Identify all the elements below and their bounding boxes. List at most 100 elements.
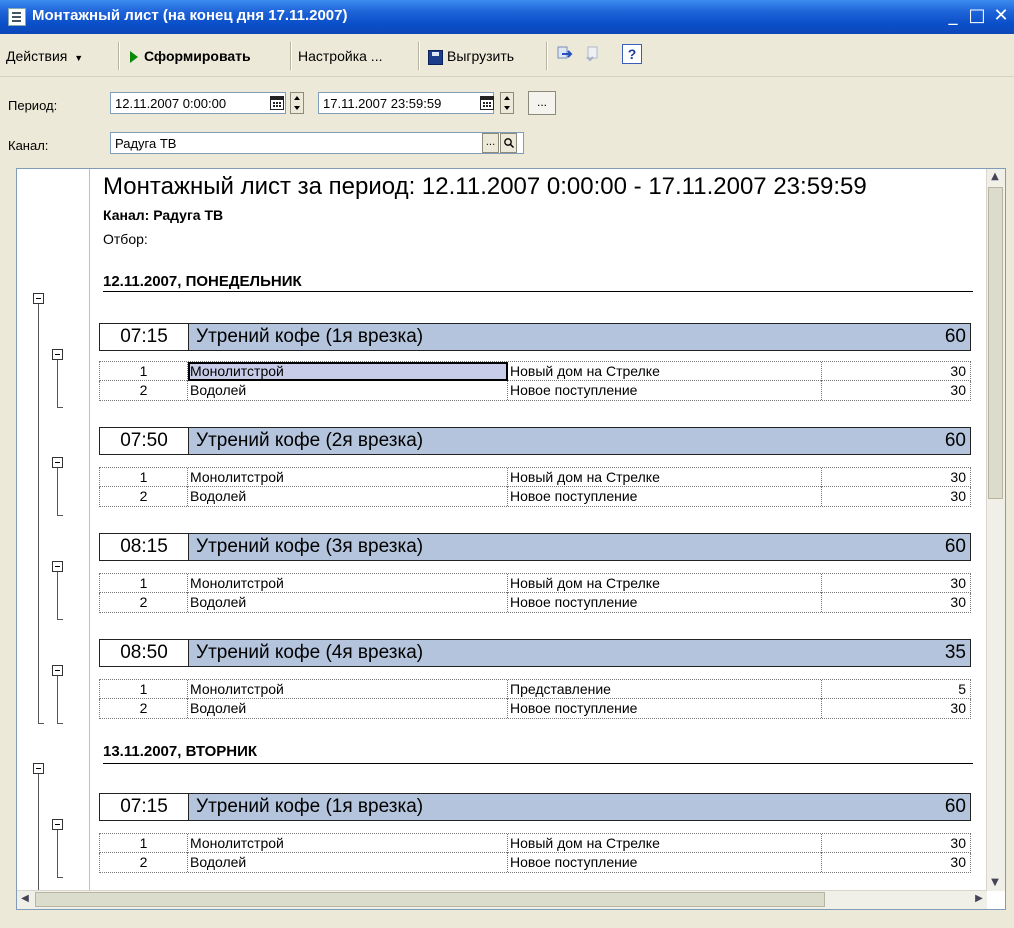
client-cell[interactable]: Монолитстрой: [188, 680, 508, 699]
block-time: 08:50: [100, 640, 189, 666]
collapse-group-icon[interactable]: [52, 561, 63, 572]
scroll-down-icon[interactable]: ▼: [987, 875, 1003, 891]
table-row[interactable]: 2 Водолей Новое поступление 30: [99, 853, 971, 873]
channel-select-button[interactable]: ...: [482, 133, 499, 153]
spot-cell[interactable]: Новое поступление: [508, 699, 822, 718]
settings-button[interactable]: Настройка ...: [298, 45, 382, 67]
table-row[interactable]: 2 Водолей Новое поступление 30: [99, 487, 971, 507]
expand-rows-icon[interactable]: [556, 45, 574, 63]
table-row[interactable]: 1 Монолитстрой Новый дом на Стрелке 30: [99, 833, 971, 853]
scroll-right-icon[interactable]: ▶: [971, 891, 987, 907]
collapse-group-icon[interactable]: [52, 665, 63, 676]
duration-cell[interactable]: 30: [950, 487, 966, 506]
block-header[interactable]: 08:15 Утрений кофе (3я врезка) 60: [99, 533, 971, 561]
actions-label: Действия: [6, 48, 68, 64]
horizontal-scroll-thumb[interactable]: [35, 892, 825, 907]
maximize-button[interactable]: □: [966, 5, 988, 27]
toolbar-separator: [418, 42, 420, 70]
toolbar-separator: [546, 42, 548, 70]
collapse-group-icon[interactable]: [52, 349, 63, 360]
help-button[interactable]: ?: [622, 44, 642, 64]
duration-cell[interactable]: 30: [950, 853, 966, 872]
duration-cell[interactable]: 30: [950, 574, 966, 593]
channel-label: Канал:: [8, 138, 49, 153]
block-duration: 35: [944, 642, 966, 663]
scroll-up-icon[interactable]: ▲: [987, 169, 1003, 185]
calendar-icon[interactable]: [270, 96, 284, 110]
duration-cell[interactable]: 30: [950, 593, 966, 612]
period-from-spinner[interactable]: [290, 92, 304, 114]
day-header: 12.11.2007, ПОНЕДЕЛЬНИК: [103, 273, 302, 290]
minimize-button[interactable]: _: [942, 5, 964, 27]
day-divider: [103, 763, 973, 764]
client-cell[interactable]: Монолитстрой: [188, 468, 508, 487]
vertical-scroll-thumb[interactable]: [988, 187, 1003, 499]
table-row[interactable]: 2 Водолей Новое поступление 30: [99, 699, 971, 719]
spot-cell[interactable]: Новый дом на Стрелке: [508, 362, 822, 381]
client-cell[interactable]: Водолей: [188, 699, 508, 718]
table-row[interactable]: 2 Водолей Новое поступление 30: [99, 381, 971, 401]
row-number: 1: [100, 680, 188, 699]
client-cell[interactable]: Монолитстрой: [188, 362, 508, 381]
period-select-button[interactable]: ...: [528, 91, 556, 115]
chevron-down-icon: ▼: [74, 53, 84, 63]
duration-cell[interactable]: 30: [950, 468, 966, 487]
row-number: 2: [100, 593, 188, 612]
table-row[interactable]: 1 Монолитстрой Новый дом на Стрелке 30: [99, 467, 971, 487]
client-cell[interactable]: Водолей: [188, 853, 508, 872]
calendar-icon[interactable]: [480, 96, 494, 110]
report-channel: Канал: Радуга ТВ: [103, 207, 224, 223]
block-header[interactable]: 07:15 Утрений кофе (1я врезка) 60: [99, 793, 971, 821]
block-header[interactable]: 07:15 Утрений кофе (1я врезка) 60: [99, 323, 971, 351]
search-icon[interactable]: [500, 133, 517, 153]
spot-cell[interactable]: Представление: [508, 680, 822, 699]
collapse-group-icon[interactable]: [33, 763, 44, 774]
spot-cell[interactable]: Новое поступление: [508, 487, 822, 506]
collapse-group-icon[interactable]: [52, 457, 63, 468]
vertical-scrollbar[interactable]: ▲ ▼: [986, 169, 1005, 891]
period-to-input[interactable]: 17.11.2007 23:59:59: [318, 92, 494, 114]
block-time: 07:15: [100, 794, 189, 820]
actions-menu[interactable]: Действия ▼: [6, 45, 83, 67]
collapse-group-icon[interactable]: [52, 819, 63, 830]
block-time: 07:50: [100, 428, 189, 454]
horizontal-scrollbar[interactable]: ◀ ▶: [17, 890, 987, 909]
duration-cell[interactable]: 5: [958, 680, 966, 699]
duration-cell[interactable]: 30: [950, 362, 966, 381]
spot-cell[interactable]: Новое поступление: [508, 593, 822, 612]
duration-cell[interactable]: 30: [950, 699, 966, 718]
block-duration: 60: [944, 430, 966, 451]
duration-cell[interactable]: 30: [950, 834, 966, 853]
close-button[interactable]: ✕: [990, 5, 1012, 27]
row-number: 2: [100, 699, 188, 718]
spot-cell[interactable]: Новый дом на Стрелке: [508, 834, 822, 853]
client-cell[interactable]: Водолей: [188, 593, 508, 612]
client-cell[interactable]: Монолитстрой: [188, 834, 508, 853]
spot-cell[interactable]: Новый дом на Стрелке: [508, 574, 822, 593]
block-header[interactable]: 07:50 Утрений кофе (2я врезка) 60: [99, 427, 971, 455]
period-from-input[interactable]: 12.11.2007 0:00:00: [110, 92, 286, 114]
table-row[interactable]: 1 Монолитстрой Новый дом на Стрелке 30: [99, 573, 971, 593]
spot-cell[interactable]: Новое поступление: [508, 381, 822, 400]
client-cell[interactable]: Монолитстрой: [188, 574, 508, 593]
export-button[interactable]: Выгрузить: [428, 45, 514, 67]
table-row[interactable]: 1 Монолитстрой Представление 5: [99, 679, 971, 699]
row-number: 1: [100, 574, 188, 593]
channel-input[interactable]: Радуга ТВ: [110, 132, 524, 154]
scroll-left-icon[interactable]: ◀: [17, 891, 33, 907]
client-cell[interactable]: Водолей: [188, 487, 508, 506]
client-cell[interactable]: Водолей: [188, 381, 508, 400]
spot-cell[interactable]: Новый дом на Стрелке: [508, 468, 822, 487]
spot-cell[interactable]: Новое поступление: [508, 853, 822, 872]
table-row[interactable]: 1 Монолитстрой Новый дом на Стрелке 30: [99, 361, 971, 381]
collapse-group-icon[interactable]: [33, 293, 44, 304]
collapse-rows-icon[interactable]: [584, 45, 602, 63]
duration-cell[interactable]: 30: [950, 381, 966, 400]
period-to-spinner[interactable]: [500, 92, 514, 114]
table-row[interactable]: 2 Водолей Новое поступление 30: [99, 593, 971, 613]
generate-button[interactable]: Сформировать: [130, 45, 251, 67]
block-header[interactable]: 08:50 Утрений кофе (4я врезка) 35: [99, 639, 971, 667]
report-sheet[interactable]: Монтажный лист за период: 12.11.2007 0:0…: [16, 168, 1006, 910]
block-duration: 60: [944, 326, 966, 347]
report-title: Монтажный лист за период: 12.11.2007 0:0…: [103, 173, 867, 200]
